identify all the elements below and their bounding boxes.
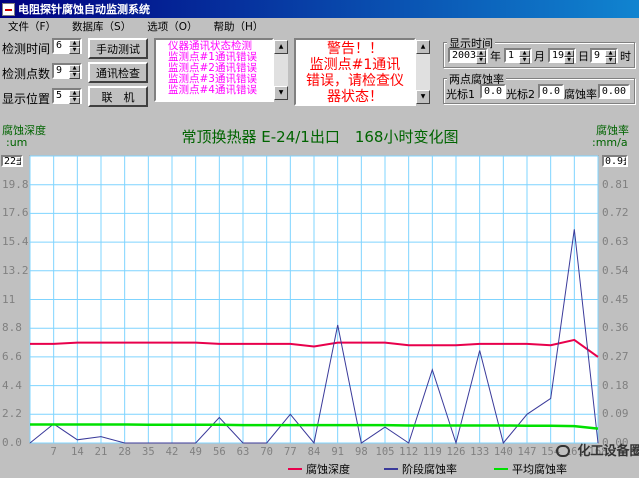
y-right-tick-label: 0.45 bbox=[602, 292, 629, 306]
legend-depth: 腐蚀深度 bbox=[288, 461, 350, 477]
x-tick-label: 49 bbox=[189, 446, 202, 458]
x-tick-label: 119 bbox=[422, 446, 442, 458]
y-left-tick-label: 11 bbox=[2, 292, 16, 306]
x-tick-label: 140 bbox=[493, 446, 513, 458]
y-right-tick-label: 0.63 bbox=[602, 235, 629, 249]
x-tick-label: 14 bbox=[71, 446, 84, 458]
x-tick-label: 28 bbox=[118, 446, 131, 458]
legend-label: 阶段腐蚀率 bbox=[402, 463, 457, 476]
y-left-tick-label: 19.8 bbox=[2, 177, 29, 191]
x-tick-label: 98 bbox=[355, 446, 368, 458]
x-tick-label: 35 bbox=[142, 446, 155, 458]
y-right-tick-label: 0.27 bbox=[602, 349, 629, 363]
legend-swatch bbox=[288, 468, 302, 470]
y-left-tick-label: 2.2 bbox=[2, 407, 22, 421]
y-left-tick-label: 17.6 bbox=[2, 206, 29, 220]
watermark-text: 化工设备圈 bbox=[577, 444, 639, 459]
y-right-tick-label: 0.09 bbox=[602, 407, 629, 421]
x-tick-label: 105 bbox=[375, 446, 395, 458]
y-left-tick-label: 6.6 bbox=[2, 349, 22, 363]
legend-swatch bbox=[494, 468, 508, 470]
legend-stage-rate: 阶段腐蚀率 bbox=[384, 461, 457, 477]
x-tick-label: 77 bbox=[284, 446, 297, 458]
x-tick-label: 70 bbox=[260, 446, 273, 458]
y-right-tick-label: 0.54 bbox=[602, 263, 629, 277]
x-tick-label: 112 bbox=[399, 446, 419, 458]
legend-avg-rate: 平均腐蚀率 bbox=[494, 461, 567, 477]
chart-area[interactable] bbox=[0, 0, 639, 478]
x-tick-label: 91 bbox=[331, 446, 344, 458]
x-tick-label: 133 bbox=[470, 446, 490, 458]
y-right-tick-label: 0.18 bbox=[602, 378, 629, 392]
y-right-tick-label: 0.81 bbox=[602, 177, 629, 191]
x-tick-label: 56 bbox=[213, 446, 226, 458]
y-left-tick-label: 8.8 bbox=[2, 321, 22, 335]
x-tick-label: 7 bbox=[50, 446, 57, 458]
legend-label: 平均腐蚀率 bbox=[512, 463, 567, 476]
x-tick-label: 42 bbox=[165, 446, 179, 458]
watermark-logo: 化工设备圈 bbox=[556, 440, 639, 459]
legend-label: 腐蚀深度 bbox=[306, 463, 350, 476]
y-left-tick-label: 13.2 bbox=[2, 263, 29, 277]
y-left-tick-label: 0.0 bbox=[2, 436, 22, 449]
legend-swatch bbox=[384, 468, 398, 470]
y-right-tick-label: 0.36 bbox=[602, 321, 629, 335]
x-tick-label: 21 bbox=[94, 446, 108, 458]
x-tick-label: 84 bbox=[307, 446, 321, 458]
y-left-tick-label: 15.4 bbox=[2, 235, 29, 249]
y-right-tick-label: 0.72 bbox=[602, 206, 629, 220]
x-tick-label: 63 bbox=[236, 446, 250, 458]
x-tick-label: 126 bbox=[446, 446, 466, 458]
x-tick-label: 147 bbox=[517, 446, 537, 458]
y-left-tick-label: 4.4 bbox=[2, 378, 22, 392]
wechat-icon bbox=[556, 445, 570, 457]
